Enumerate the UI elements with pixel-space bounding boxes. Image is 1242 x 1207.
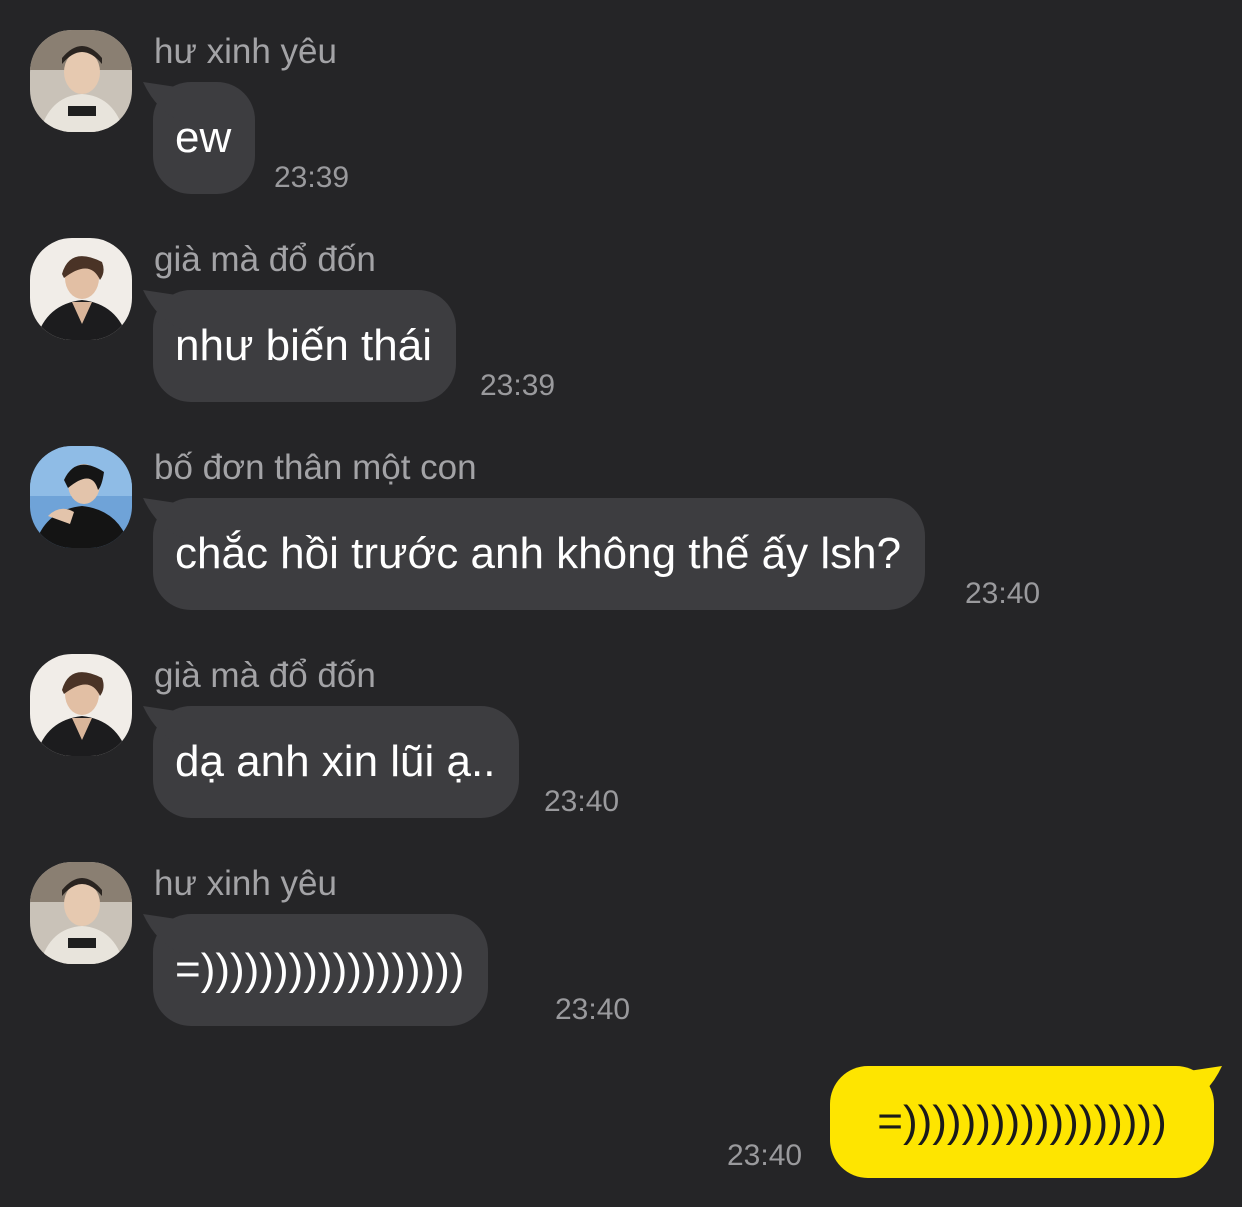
message-bubble[interactable]: như biến thái — [143, 290, 456, 402]
timestamp: 23:40 — [544, 785, 620, 818]
timestamp: 23:39 — [274, 161, 350, 194]
sender-name: già mà đổ đốn — [154, 656, 376, 695]
message-text: như biến thái — [175, 321, 432, 370]
own-timestamp: 23:40 — [727, 1139, 803, 1172]
sender-name: già mà đổ đốn — [154, 240, 376, 279]
timestamp: 23:39 — [480, 369, 556, 402]
avatar[interactable] — [30, 654, 132, 756]
timestamp: 23:40 — [555, 993, 631, 1026]
message-text: =)))))))))))))))))) — [175, 945, 465, 994]
message-text: chắc hồi trước anh không thế ấy lsh? — [175, 529, 902, 578]
sender-name: bố đơn thân một con — [154, 448, 477, 487]
message-bubble[interactable]: =)))))))))))))))))) — [143, 914, 489, 1026]
message-bubble[interactable]: ew — [143, 82, 256, 194]
message-text: dạ anh xin lũi ạ.. — [175, 737, 496, 786]
sender-name: hư xinh yêu — [154, 32, 337, 71]
message-bubble[interactable]: chắc hồi trước anh không thế ấy lsh? — [143, 498, 926, 610]
message-text: ew — [175, 113, 232, 162]
avatar[interactable] — [30, 862, 132, 964]
avatar[interactable] — [30, 446, 132, 548]
bubble-tail-icon — [1182, 1066, 1222, 1106]
message-bubble[interactable]: dạ anh xin lũi ạ.. — [143, 706, 520, 818]
timestamp: 23:40 — [965, 577, 1041, 610]
avatar[interactable] — [30, 238, 132, 340]
own-message-text: =)))))))))))))))))) — [877, 1097, 1167, 1146]
avatar[interactable] — [30, 30, 132, 132]
own-message-bubble[interactable]: =)))))))))))))))))) — [830, 1066, 1222, 1178]
sender-name: hư xinh yêu — [154, 864, 337, 903]
